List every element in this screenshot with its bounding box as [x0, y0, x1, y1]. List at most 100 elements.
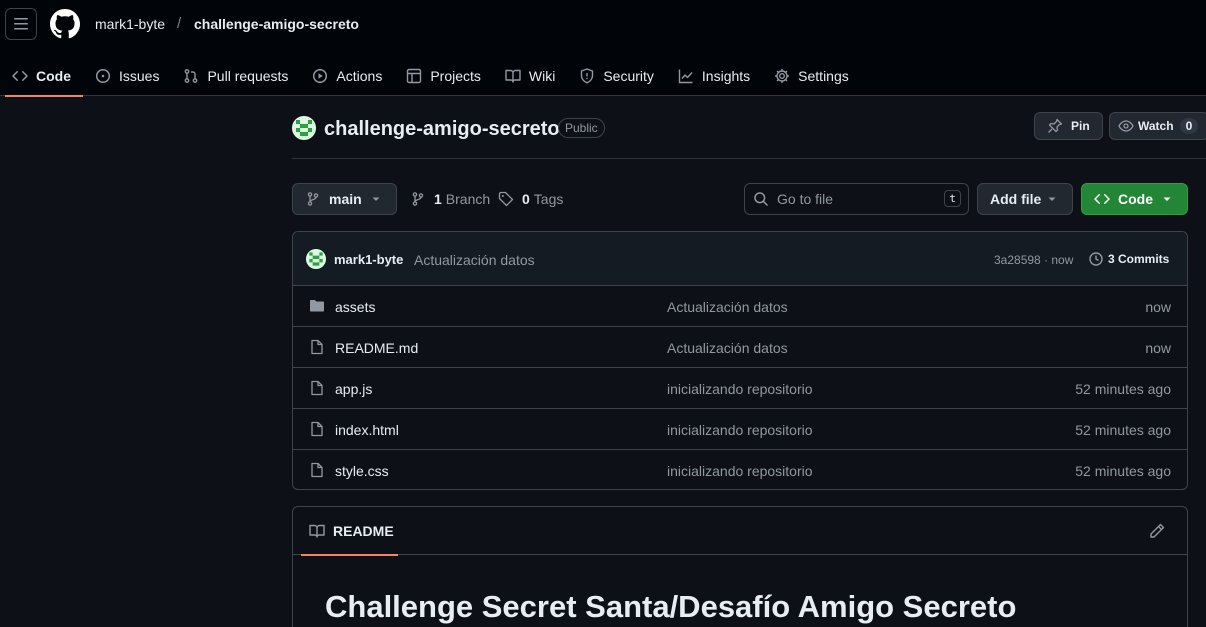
- file-row[interactable]: index.html inicializando repositorio 52 …: [293, 409, 1187, 450]
- tab-insights[interactable]: Insights: [666, 56, 762, 96]
- book-icon: [505, 69, 521, 83]
- tab-projects[interactable]: Projects: [394, 56, 493, 96]
- shortcut-key: t: [944, 190, 961, 207]
- shield-icon: [581, 68, 594, 84]
- code-icon: [1094, 193, 1110, 205]
- tab-insights-label: Insights: [701, 68, 751, 84]
- owner-avatar[interactable]: [292, 116, 316, 140]
- file-commit-message[interactable]: Actualización datos: [667, 299, 788, 315]
- file-commit-time: 52 minutes ago: [1075, 381, 1171, 397]
- tab-settings-label: Settings: [798, 68, 849, 84]
- pin-button[interactable]: Pin: [1034, 112, 1103, 140]
- repo-title[interactable]: challenge-amigo-secreto: [324, 118, 560, 141]
- caret-down-icon: [1048, 197, 1056, 201]
- tag-icon: [498, 191, 514, 207]
- breadcrumb-separator: /: [177, 15, 182, 32]
- tab-pull-requests-label: Pull requests: [207, 68, 289, 84]
- pencil-icon[interactable]: [1149, 523, 1165, 539]
- code-button-label: Code: [1118, 191, 1153, 207]
- readme-tab[interactable]: README: [301, 507, 398, 556]
- tab-issues-label: Issues: [119, 68, 160, 84]
- commits-label: 3 Commits: [1108, 252, 1170, 266]
- add-file-button[interactable]: Add file: [977, 183, 1073, 215]
- file-name[interactable]: style.css: [335, 463, 389, 479]
- file-row[interactable]: style.css inicializando repositorio 52 m…: [293, 450, 1187, 489]
- branch-select-button[interactable]: main: [292, 183, 397, 215]
- eye-icon: [1118, 120, 1134, 132]
- watch-button[interactable]: Watch 0: [1109, 112, 1206, 140]
- tag-count-link[interactable]: 0 Tags: [498, 191, 563, 207]
- tab-actions-label: Actions: [336, 68, 383, 84]
- branch-icon: [307, 192, 319, 206]
- file-row[interactable]: app.js inicializando repositorio 52 minu…: [293, 368, 1187, 409]
- menu-button[interactable]: [5, 8, 37, 40]
- go-to-file-placeholder: Go to file: [777, 191, 834, 207]
- file-row[interactable]: assets Actualización datos now: [293, 286, 1187, 327]
- gear-icon: [775, 69, 790, 83]
- tab-code-label: Code: [36, 68, 71, 84]
- watch-label: Watch: [1138, 119, 1174, 133]
- file-name[interactable]: README.md: [335, 340, 418, 356]
- breadcrumb-repo-link[interactable]: challenge-amigo-secreto: [194, 16, 359, 32]
- readme-panel: README Challenge Secret Santa/Desafío Am…: [292, 506, 1188, 627]
- file-commit-time: now: [1145, 340, 1171, 356]
- file-icon: [311, 421, 323, 437]
- visibility-badge: Public: [558, 118, 605, 138]
- book-icon: [309, 524, 325, 538]
- tab-security-label: Security: [603, 68, 654, 84]
- caret-down-icon: [1163, 197, 1171, 201]
- readme-header: README: [293, 507, 1187, 556]
- latest-commit-row: mark1-byte Actualización datos 3a28598 ·…: [293, 232, 1187, 286]
- file-icon: [311, 339, 323, 355]
- file-toolbar: main 1 Branch 0 Tags Go to file t Add fi…: [292, 183, 1188, 215]
- pin-icon: [1048, 118, 1063, 133]
- watch-count: 0: [1179, 118, 1199, 134]
- play-icon: [313, 68, 328, 84]
- file-row[interactable]: README.md Actualización datos now: [293, 327, 1187, 368]
- commits-link[interactable]: 3 Commits: [1088, 251, 1169, 267]
- file-name[interactable]: index.html: [335, 422, 399, 438]
- file-name[interactable]: app.js: [335, 381, 372, 397]
- branch-icon: [412, 192, 424, 206]
- commit-author[interactable]: mark1-byte: [334, 252, 403, 267]
- tab-pull-requests[interactable]: Pull requests: [171, 56, 300, 96]
- tab-code[interactable]: Code: [0, 56, 83, 97]
- readme-tab-label: README: [333, 523, 394, 539]
- tab-actions[interactable]: Actions: [300, 56, 394, 96]
- history-icon: [1089, 252, 1103, 266]
- branch-count-link[interactable]: 1 Branch: [410, 191, 490, 207]
- graph-icon: [678, 69, 693, 84]
- repo-header: challenge-amigo-secreto Public Pin Watch…: [292, 112, 1206, 159]
- commit-author-avatar[interactable]: [306, 249, 326, 269]
- file-commit-message[interactable]: inicializando repositorio: [667, 381, 813, 397]
- caret-down-icon: [372, 197, 380, 201]
- tab-wiki[interactable]: Wiki: [493, 56, 567, 96]
- tab-wiki-label: Wiki: [528, 68, 556, 84]
- branch-count-label: Branch: [445, 191, 491, 207]
- file-name[interactable]: assets: [335, 299, 375, 315]
- breadcrumb-owner-link[interactable]: mark1-byte: [95, 16, 165, 32]
- repo-nav-tabs: Code Issues Pull requests Actions Projec…: [0, 56, 861, 97]
- tab-security[interactable]: Security: [567, 56, 666, 96]
- tag-count: 0: [522, 191, 530, 207]
- add-file-label: Add file: [990, 191, 1042, 207]
- file-commit-message[interactable]: Actualización datos: [667, 340, 788, 356]
- github-logo-icon[interactable]: [50, 9, 80, 39]
- commit-sha-time[interactable]: 3a28598 · now: [994, 253, 1073, 267]
- file-commit-time: 52 minutes ago: [1075, 463, 1171, 479]
- folder-icon: [310, 300, 324, 312]
- file-commit-message[interactable]: inicializando repositorio: [667, 463, 813, 479]
- go-to-file-input[interactable]: Go to file t: [744, 183, 969, 215]
- code-button[interactable]: Code: [1081, 183, 1188, 215]
- readme-heading: Challenge Secret Santa/Desafío Amigo Sec…: [325, 589, 1017, 624]
- commit-message[interactable]: Actualización datos: [414, 252, 535, 268]
- file-commit-message[interactable]: inicializando repositorio: [667, 422, 813, 438]
- tag-count-label: Tags: [533, 191, 564, 207]
- pin-label: Pin: [1071, 119, 1090, 133]
- table-icon: [407, 68, 422, 84]
- hamburger-icon: [14, 18, 28, 30]
- code-icon: [12, 70, 28, 82]
- tab-settings[interactable]: Settings: [762, 56, 861, 96]
- branch-name: main: [329, 191, 362, 207]
- tab-issues[interactable]: Issues: [83, 56, 171, 96]
